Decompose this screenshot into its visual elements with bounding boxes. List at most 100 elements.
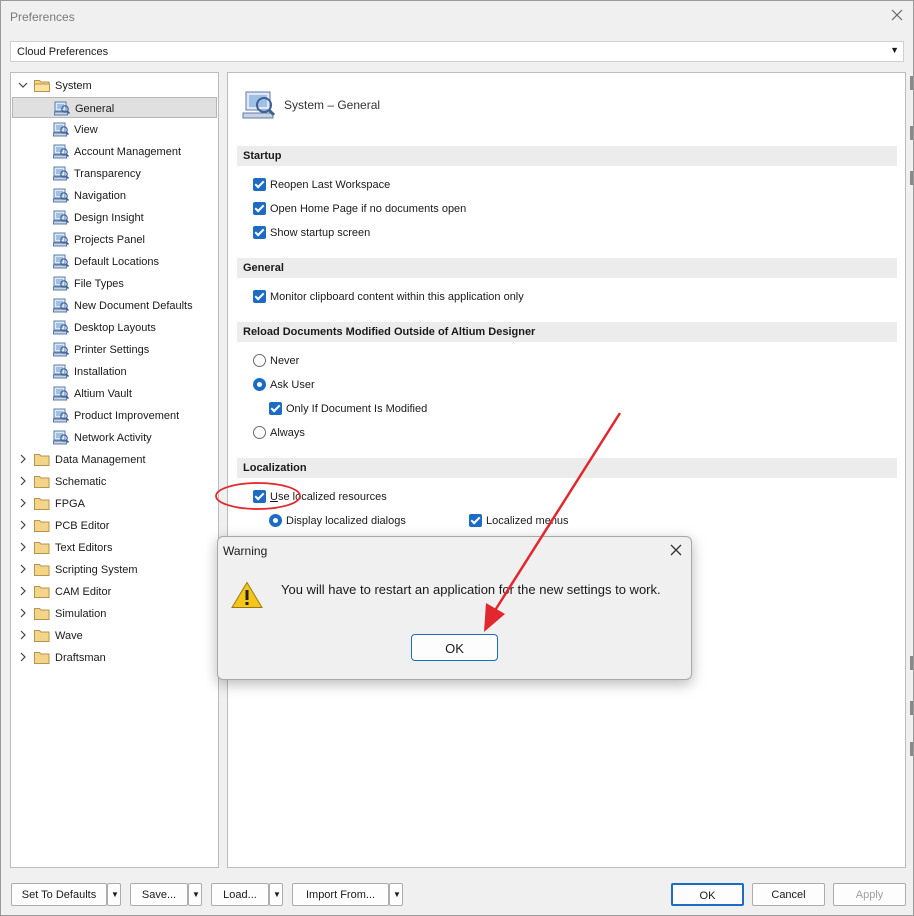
section-startup: Startup — [237, 146, 897, 166]
tree-item-data-management[interactable]: Data Management — [12, 449, 217, 470]
radio-unselected-icon[interactable] — [253, 426, 266, 439]
set-to-defaults-dropdown[interactable]: ▼ — [107, 883, 121, 906]
tree-item-text-editors[interactable]: Text Editors — [12, 537, 217, 558]
tree-item-simulation[interactable]: Simulation — [12, 603, 217, 624]
section-general: General — [237, 258, 897, 278]
chevron-right-icon[interactable] — [18, 542, 28, 552]
chevron-right-icon[interactable] — [18, 520, 28, 530]
checkbox-checked-icon[interactable] — [469, 514, 482, 527]
tree-label: Text Editors — [55, 542, 113, 554]
preferences-page-icon — [53, 386, 69, 401]
tree-item-projects-panel[interactable]: Projects Panel — [12, 229, 217, 250]
chevron-right-icon[interactable] — [18, 608, 28, 618]
folder-icon — [34, 498, 50, 510]
tree-item-scripting-system[interactable]: Scripting System — [12, 559, 217, 580]
save-dropdown[interactable]: ▼ — [188, 883, 202, 906]
tree-item-wave[interactable]: Wave — [12, 625, 217, 646]
tree-item-default-locations[interactable]: Default Locations — [12, 251, 217, 272]
load-dropdown[interactable]: ▼ — [269, 883, 283, 906]
section-localization-label: Localization — [243, 462, 307, 474]
preferences-page-icon — [53, 276, 69, 291]
tree-label: Desktop Layouts — [74, 322, 156, 334]
tree-label: Navigation — [74, 190, 126, 202]
tree-item-account-management[interactable]: Account Management — [12, 141, 217, 162]
import-from-button[interactable]: Import From... — [292, 883, 389, 906]
tree-item-transparency[interactable]: Transparency — [12, 163, 217, 184]
preferences-page-icon — [53, 342, 69, 357]
tree-item-navigation[interactable]: Navigation — [12, 185, 217, 206]
tree-item-network-activity[interactable]: Network Activity — [12, 427, 217, 448]
ok-button[interactable]: OK — [671, 883, 744, 906]
tree-label: Wave — [55, 630, 83, 642]
title-bar: Preferences — [1, 1, 913, 33]
checkbox-checked-icon[interactable] — [253, 178, 266, 191]
preferences-page-icon — [53, 408, 69, 423]
checkbox-checked-icon[interactable] — [253, 226, 266, 239]
apply-button[interactable]: Apply — [833, 883, 906, 906]
import-from-dropdown[interactable]: ▼ — [389, 883, 403, 906]
set-to-defaults-button[interactable]: Set To Defaults — [11, 883, 107, 906]
folder-icon — [34, 476, 50, 488]
tree-item-file-types[interactable]: File Types — [12, 273, 217, 294]
checkbox-label: Open Home Page if no documents open — [270, 203, 467, 215]
button-label: Set To Defaults — [21, 889, 97, 901]
tree-item-altium-vault[interactable]: Altium Vault — [12, 383, 217, 404]
radio-unselected-icon[interactable] — [253, 354, 266, 367]
chevron-right-icon[interactable] — [18, 586, 28, 596]
checkbox-checked-icon[interactable] — [253, 290, 266, 303]
tree-label: Design Insight — [74, 212, 144, 224]
folder-icon — [34, 652, 50, 664]
dropdown-arrow-icon: ▼ — [192, 890, 200, 899]
tree-label: Account Management — [74, 146, 182, 158]
tree-item-desktop-layouts[interactable]: Desktop Layouts — [12, 317, 217, 338]
tree-item-cam-editor[interactable]: CAM Editor — [12, 581, 217, 602]
checkbox-checked-icon[interactable] — [253, 490, 266, 503]
checkbox-checked-icon[interactable] — [253, 202, 266, 215]
radio-selected-icon[interactable] — [269, 514, 282, 527]
tree-label: File Types — [74, 278, 124, 290]
tree-item-general[interactable]: General — [12, 97, 217, 118]
chevron-right-icon[interactable] — [18, 454, 28, 464]
tree-label: View — [74, 124, 98, 136]
tree-label: CAM Editor — [55, 586, 112, 598]
tree-item-system[interactable]: System — [12, 75, 217, 96]
load-button[interactable]: Load... — [211, 883, 269, 906]
tree-item-new-document-defaults[interactable]: New Document Defaults — [12, 295, 217, 316]
vertical-scrollbar[interactable] — [910, 76, 913, 756]
tree-label: Product Improvement — [74, 410, 180, 422]
radio-selected-icon[interactable] — [253, 378, 266, 391]
chevron-right-icon[interactable] — [18, 652, 28, 662]
chevron-right-icon[interactable] — [18, 476, 28, 486]
tree-item-draftsman[interactable]: Draftsman — [12, 647, 217, 668]
button-label: Save... — [141, 889, 177, 901]
folder-icon — [34, 520, 50, 532]
folder-icon — [34, 454, 50, 466]
dialog-ok-button[interactable]: OK — [411, 634, 498, 661]
close-icon[interactable] — [890, 8, 904, 22]
tree-label: Network Activity — [74, 432, 152, 444]
tree-item-view[interactable]: View — [12, 119, 217, 140]
checkbox-label: Localized menus — [486, 515, 569, 527]
tree-label: Draftsman — [55, 652, 106, 664]
chevron-right-icon[interactable] — [18, 630, 28, 640]
chevron-right-icon[interactable] — [18, 564, 28, 574]
tree-label: Transparency — [74, 168, 141, 180]
tree-item-schematic[interactable]: Schematic — [12, 471, 217, 492]
chevron-down-icon[interactable] — [18, 80, 28, 90]
save-button[interactable]: Save... — [130, 883, 188, 906]
cancel-button[interactable]: Cancel — [752, 883, 825, 906]
cloud-preferences-dropdown[interactable]: Cloud Preferences ▼ — [10, 41, 904, 62]
tree-item-fpga[interactable]: FPGA — [12, 493, 217, 514]
checkbox-checked-icon[interactable] — [269, 402, 282, 415]
tree-item-product-improvement[interactable]: Product Improvement — [12, 405, 217, 426]
section-general-label: General — [243, 262, 284, 274]
preferences-page-icon — [53, 254, 69, 269]
chevron-right-icon[interactable] — [18, 498, 28, 508]
tree-item-pcb-editor[interactable]: PCB Editor — [12, 515, 217, 536]
tree-item-design-insight[interactable]: Design Insight — [12, 207, 217, 228]
mnemonic-letter: U — [270, 491, 278, 503]
button-label: OK — [699, 890, 716, 902]
tree-item-printer-settings[interactable]: Printer Settings — [12, 339, 217, 360]
close-icon[interactable] — [670, 544, 682, 556]
tree-item-installation[interactable]: Installation — [12, 361, 217, 382]
